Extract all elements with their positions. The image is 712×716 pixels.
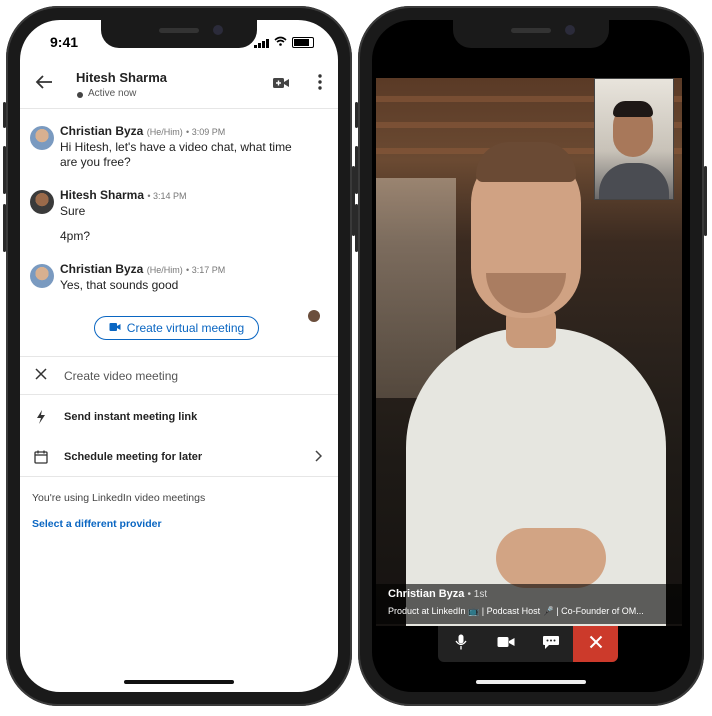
sender-name[interactable]: Christian Byza bbox=[60, 124, 143, 138]
avatar[interactable] bbox=[30, 126, 54, 150]
send-instant-link-option[interactable]: Send instant meeting link bbox=[20, 400, 338, 438]
right-phone: Christian Byza • 1st Product at LinkedIn… bbox=[355, 6, 707, 706]
status-time: 9:41 bbox=[50, 34, 79, 50]
message-line: are you free? bbox=[60, 155, 131, 169]
mute-switch bbox=[3, 102, 6, 128]
person-hands bbox=[496, 528, 606, 588]
end-call-button[interactable] bbox=[573, 626, 618, 662]
send-instant-link-label: Send instant meeting link bbox=[64, 411, 198, 423]
close-icon[interactable] bbox=[34, 368, 48, 382]
active-status-dot bbox=[77, 92, 83, 98]
create-virtual-meeting-label: Create virtual meeting bbox=[126, 321, 245, 335]
notch bbox=[101, 20, 257, 48]
message-body: Yes, that sounds good bbox=[60, 278, 320, 293]
sender-pronoun: (He/Him) bbox=[146, 127, 183, 137]
volume-up-button bbox=[355, 146, 358, 194]
contact-name[interactable]: Hitesh Sharma bbox=[76, 70, 167, 85]
camera-button[interactable] bbox=[483, 626, 528, 662]
mic-button[interactable] bbox=[438, 626, 483, 662]
message-line: Hi Hitesh, let's have a video chat, what… bbox=[60, 140, 292, 154]
calendar-icon bbox=[34, 450, 48, 464]
video-call-icon bbox=[109, 321, 121, 335]
divider bbox=[20, 394, 338, 395]
create-virtual-meeting-button[interactable]: Create virtual meeting bbox=[94, 316, 259, 340]
more-options-icon[interactable] bbox=[318, 74, 322, 90]
call-controls bbox=[438, 626, 618, 662]
chevron-right-icon bbox=[314, 449, 323, 465]
message-time: • 3:17 PM bbox=[186, 265, 226, 275]
person-hair bbox=[476, 142, 576, 182]
left-phone: 9:41 Hitesh Sharma Active now Christian … bbox=[3, 6, 355, 706]
participant-caption: Christian Byza • 1st Product at LinkedIn… bbox=[376, 584, 682, 624]
sender-pronoun: (He/Him) bbox=[146, 265, 183, 275]
message-line: Yes, that sounds good bbox=[60, 278, 179, 292]
power-button bbox=[704, 166, 707, 236]
wifi-icon bbox=[274, 36, 287, 48]
volume-down-button bbox=[355, 204, 358, 252]
chat-screen: 9:41 Hitesh Sharma Active now Christian … bbox=[20, 20, 338, 692]
chat-header: Hitesh Sharma Active now bbox=[20, 62, 338, 109]
sheet-header: Create video meeting bbox=[20, 358, 338, 396]
sender-name[interactable]: Christian Byza bbox=[60, 262, 143, 276]
signal-icon bbox=[254, 39, 269, 48]
video-call-screen: Christian Byza • 1st Product at LinkedIn… bbox=[372, 20, 690, 692]
schedule-meeting-option[interactable]: Schedule meeting for later bbox=[20, 440, 338, 478]
self-view-hair bbox=[613, 101, 653, 117]
message-sender-line: Christian Byza (He/Him) • 3:17 PM bbox=[60, 262, 225, 276]
message-item: Christian Byza (He/Him) • 3:09 PM Hi Hit… bbox=[30, 124, 328, 174]
divider bbox=[20, 476, 338, 477]
end-call-icon bbox=[589, 635, 603, 654]
participant-name: Christian Byza bbox=[388, 588, 465, 600]
chat-button[interactable] bbox=[528, 626, 573, 662]
avatar[interactable] bbox=[30, 190, 54, 214]
message-time: • 3:14 PM bbox=[147, 191, 187, 201]
notch bbox=[453, 20, 609, 48]
message-item: Christian Byza (He/Him) • 3:17 PM Yes, t… bbox=[30, 262, 328, 298]
message-sender-line: Christian Byza (He/Him) • 3:09 PM bbox=[60, 124, 225, 138]
camera-icon bbox=[497, 635, 515, 653]
self-view-body bbox=[599, 163, 669, 199]
message-time: • 3:09 PM bbox=[186, 127, 226, 137]
self-view-video[interactable] bbox=[594, 78, 674, 200]
lightning-icon bbox=[34, 410, 48, 424]
volume-down-button bbox=[3, 204, 6, 252]
sheet-title: Create video meeting bbox=[64, 369, 179, 383]
active-status-text: Active now bbox=[88, 88, 137, 99]
video-call-icon[interactable] bbox=[272, 76, 290, 95]
message-line: 4pm? bbox=[60, 229, 91, 243]
home-indicator[interactable] bbox=[476, 680, 586, 684]
message-item: 4pm? bbox=[30, 213, 328, 243]
sender-name[interactable]: Hitesh Sharma bbox=[60, 188, 144, 202]
divider bbox=[20, 356, 338, 357]
chat-icon bbox=[542, 634, 560, 655]
avatar[interactable] bbox=[30, 264, 54, 288]
read-receipt-avatar bbox=[308, 310, 320, 322]
message-body: Hi Hitesh, let's have a video chat, what… bbox=[60, 140, 320, 170]
volume-up-button bbox=[3, 146, 6, 194]
mic-icon bbox=[454, 634, 467, 655]
home-indicator[interactable] bbox=[124, 680, 234, 684]
provider-info-text: You're using LinkedIn video meetings bbox=[32, 492, 206, 504]
participant-degree: • 1st bbox=[467, 589, 488, 600]
battery-icon bbox=[292, 37, 314, 48]
participant-name-line: Christian Byza • 1st bbox=[388, 588, 487, 600]
select-provider-link[interactable]: Select a different provider bbox=[32, 518, 162, 530]
message-body: 4pm? bbox=[60, 229, 320, 244]
status-icons bbox=[254, 36, 314, 48]
message-sender-line: Hitesh Sharma • 3:14 PM bbox=[60, 188, 187, 202]
participant-headline: Product at LinkedIn 📺 | Podcast Host 🎤 |… bbox=[388, 606, 644, 616]
mute-switch bbox=[355, 102, 358, 128]
schedule-meeting-label: Schedule meeting for later bbox=[64, 451, 203, 463]
back-arrow-icon[interactable] bbox=[34, 72, 54, 98]
